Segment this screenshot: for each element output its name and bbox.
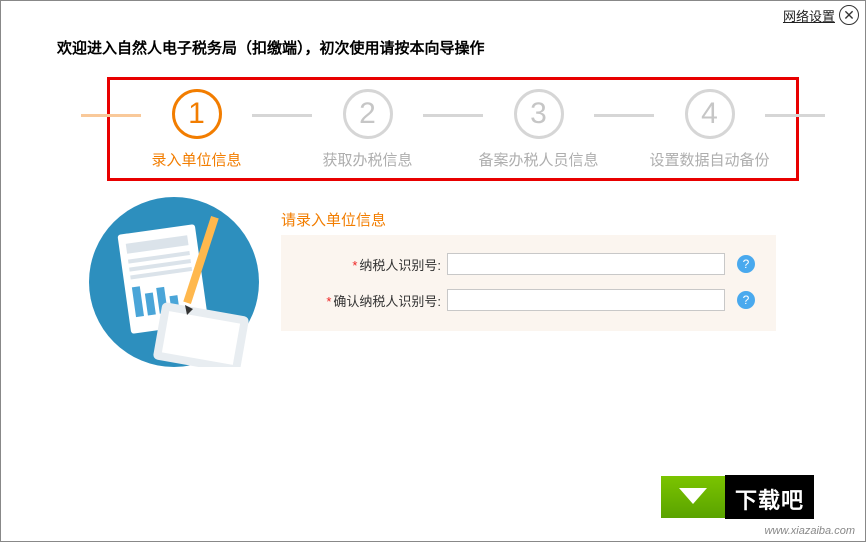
step-1: 1 录入单位信息	[111, 89, 282, 170]
download-arrow-icon	[661, 476, 725, 518]
form-row-taxpayer: *纳税人识别号: ?	[281, 253, 776, 275]
connector-icon	[765, 114, 825, 117]
taxpayer-id-input[interactable]	[447, 253, 725, 275]
connector-icon	[423, 114, 483, 117]
step-label: 获取办税信息	[322, 149, 412, 170]
watermark-badge: 下载吧	[661, 469, 861, 525]
taxpayer-label: *纳税人识别号:	[281, 255, 441, 274]
step-3: 3 备案办税人员信息	[453, 89, 624, 170]
topbar: 网络设置 ✕	[783, 5, 859, 25]
step-progress: 1 录入单位信息 2 获取办税信息 3 备案办税人员信息 4 设置数据自动备份	[111, 83, 795, 175]
form-panel: *纳税人识别号: ? *确认纳税人识别号: ?	[281, 235, 776, 331]
step-label: 设置数据自动备份	[649, 149, 769, 170]
connector-icon	[81, 114, 141, 117]
step-circle: 1	[172, 89, 222, 139]
close-button[interactable]: ✕	[839, 5, 859, 25]
close-icon: ✕	[843, 8, 855, 22]
step-circle: 4	[685, 89, 735, 139]
required-marker: *	[326, 294, 331, 309]
wizard-window: 网络设置 ✕ 欢迎进入自然人电子税务局（扣缴端），初次使用请按本向导操作 1 录…	[0, 0, 866, 542]
form-row-confirm-taxpayer: *确认纳税人识别号: ?	[281, 289, 776, 311]
network-settings-link[interactable]: 网络设置	[783, 6, 835, 25]
step-2: 2 获取办税信息	[282, 89, 453, 170]
connector-icon	[252, 114, 312, 117]
help-icon[interactable]: ?	[737, 291, 755, 309]
help-icon[interactable]: ?	[737, 255, 755, 273]
welcome-text: 欢迎进入自然人电子税务局（扣缴端），初次使用请按本向导操作	[57, 37, 485, 58]
step-circle: 3	[514, 89, 564, 139]
watermark-url: www.xiazaiba.com	[765, 525, 855, 537]
confirm-taxpayer-id-input[interactable]	[447, 289, 725, 311]
step-circle: 2	[343, 89, 393, 139]
form-title: 请录入单位信息	[281, 209, 386, 230]
step-label: 备案办税人员信息	[478, 149, 598, 170]
step-4: 4 设置数据自动备份	[624, 89, 795, 170]
confirm-taxpayer-label: *确认纳税人识别号:	[281, 291, 441, 310]
illustration-documents-icon	[89, 197, 259, 367]
connector-icon	[594, 114, 654, 117]
required-marker: *	[352, 258, 357, 273]
label-text: 纳税人识别号:	[359, 258, 441, 273]
watermark-brand: 下载吧	[725, 475, 814, 519]
label-text: 确认纳税人识别号:	[333, 294, 441, 309]
step-label: 录入单位信息	[151, 149, 241, 170]
